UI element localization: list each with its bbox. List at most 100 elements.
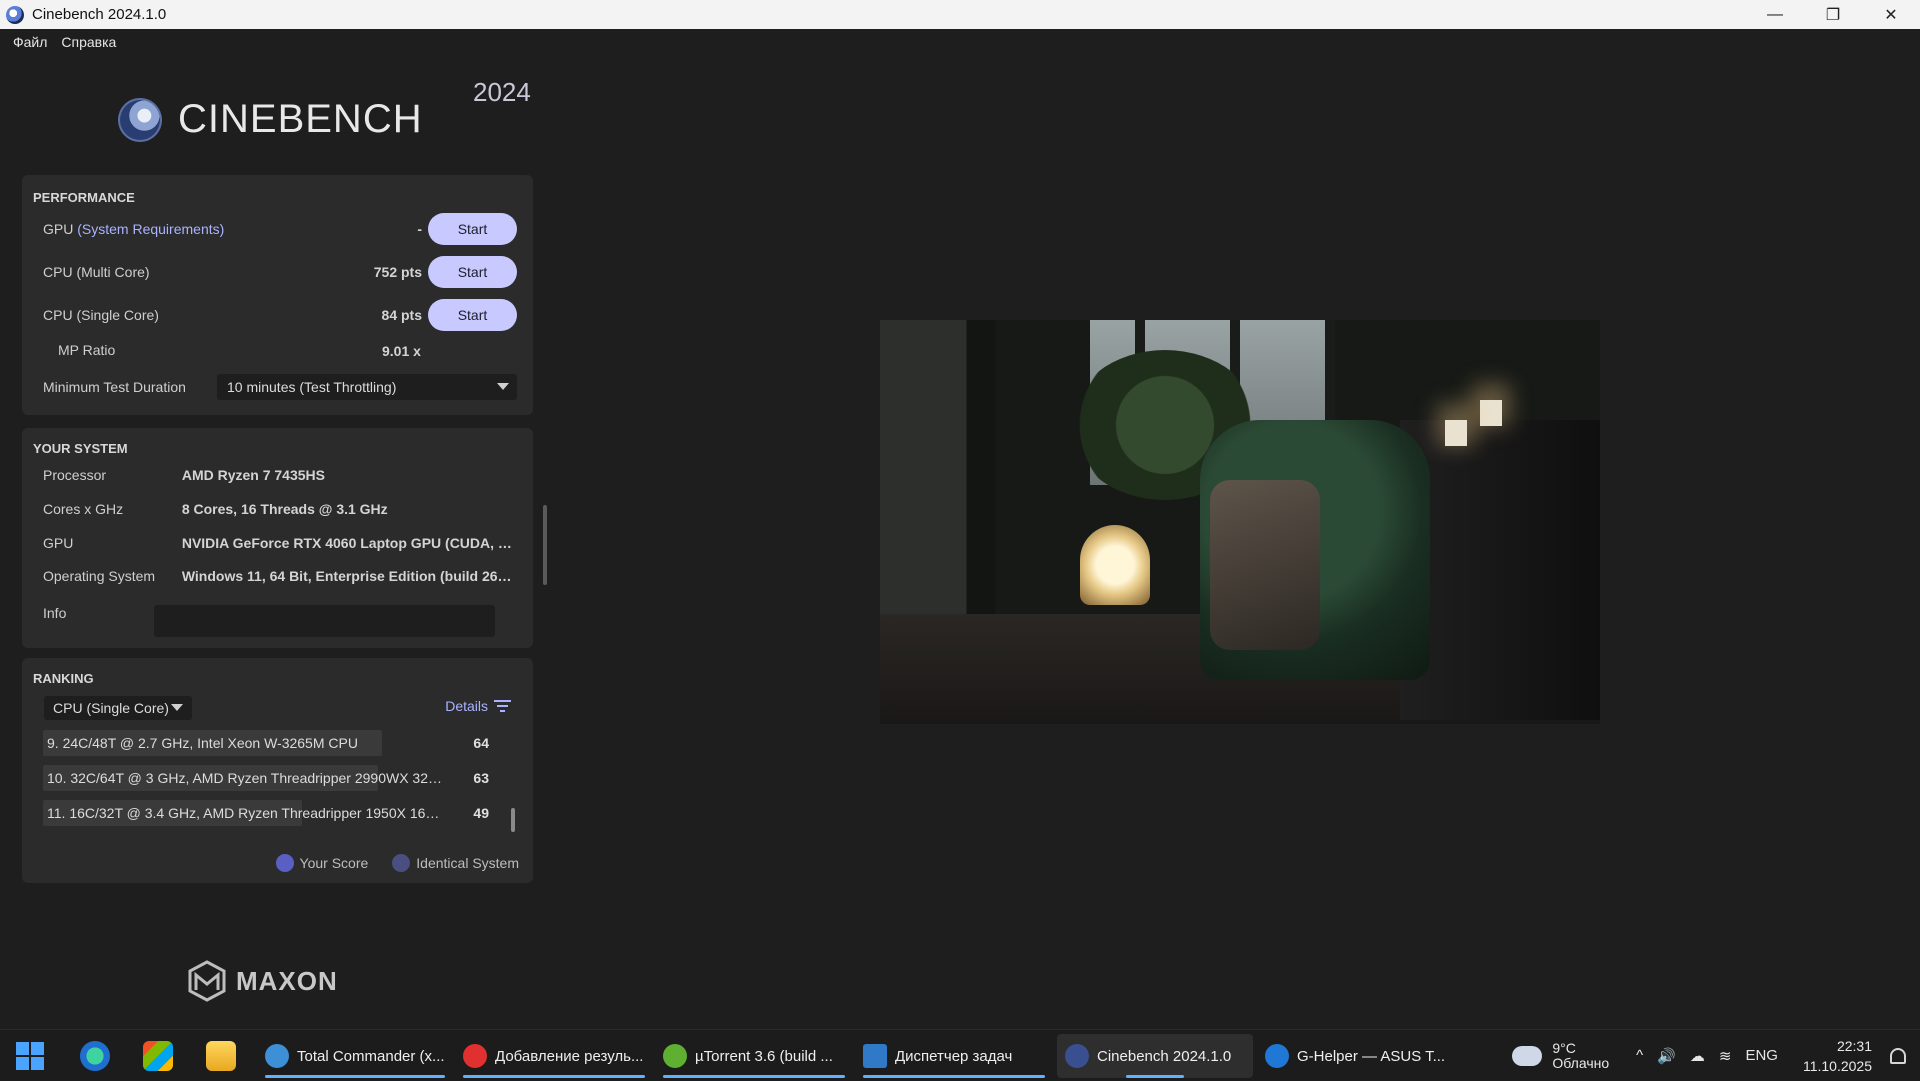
title-bar: Cinebench 2024.1.0 — ❐ ✕ bbox=[0, 0, 1920, 29]
windows-start-icon[interactable] bbox=[16, 1042, 44, 1070]
menu-bar: Файл Справка bbox=[0, 29, 1920, 55]
taskbar-app-task-manager[interactable]: Диспетчер задач bbox=[863, 1034, 1045, 1078]
task-manager-icon bbox=[863, 1044, 887, 1068]
render-candle bbox=[1480, 400, 1502, 426]
taskbar-app-utorrent[interactable]: µTorrent 3.6 (build ... bbox=[663, 1034, 845, 1078]
system-value: AMD Ryzen 7 7435HS bbox=[181, 467, 325, 483]
taskbar-app-cinebench[interactable]: Cinebench 2024.1.0 bbox=[1057, 1034, 1253, 1078]
total-commander-icon bbox=[265, 1044, 289, 1068]
ranking-selected: CPU (Single Core) bbox=[53, 700, 169, 716]
render-blanket bbox=[1210, 480, 1320, 650]
system-row-processor: Processor AMD Ryzen 7 7435HS bbox=[43, 460, 519, 490]
ranking-title: RANKING bbox=[33, 671, 94, 686]
wifi-icon[interactable]: ≋ bbox=[1719, 1047, 1732, 1065]
ranking-row-score: 63 bbox=[473, 770, 489, 786]
weather-desc: Облачно bbox=[1552, 1054, 1610, 1071]
render-candle bbox=[1445, 420, 1467, 446]
maxon-logo-icon bbox=[188, 960, 226, 1002]
performance-title: PERFORMANCE bbox=[33, 190, 135, 205]
cpu-single-start-button[interactable]: Start bbox=[428, 299, 517, 331]
cpu-multi-row: CPU (Multi Core) 752 pts Start bbox=[43, 256, 517, 288]
chevron-up-icon[interactable]: ^ bbox=[1636, 1047, 1643, 1064]
utorrent-icon bbox=[663, 1044, 687, 1068]
gpu-score: - bbox=[417, 221, 422, 237]
taskbar-app-label: G-Helper — ASUS T... bbox=[1297, 1047, 1446, 1065]
cinebench-logo-icon bbox=[118, 97, 162, 142]
filter-icon bbox=[494, 700, 511, 712]
store-icon[interactable] bbox=[143, 1041, 173, 1071]
details-label: Details bbox=[445, 698, 488, 714]
legend-label: Identical System bbox=[416, 855, 519, 871]
ranking-scrollbar[interactable] bbox=[511, 808, 515, 832]
ranking-row[interactable]: 9. 24C/48T @ 2.7 GHz, Intel Xeon W-3265M… bbox=[43, 730, 489, 756]
window-controls: — ❐ ✕ bbox=[1746, 0, 1920, 29]
close-button[interactable]: ✕ bbox=[1862, 0, 1920, 29]
cinebench-app-icon bbox=[6, 5, 24, 24]
menu-file[interactable]: Файл bbox=[5, 34, 53, 50]
weather-temp: 9°C bbox=[1552, 1039, 1576, 1056]
your-system-title: YOUR SYSTEM bbox=[33, 441, 128, 456]
system-row-gpu: GPU NVIDIA GeForce RTX 4060 Laptop GPU (… bbox=[43, 528, 519, 558]
system-row-cores: Cores x GHz 8 Cores, 16 Threads @ 3.1 GH… bbox=[43, 494, 519, 524]
sidebar: CINEBENCH 2024 PERFORMANCE GPU (System R… bbox=[0, 55, 547, 1029]
cloud-icon bbox=[1512, 1045, 1543, 1066]
cpu-single-score: 84 pts bbox=[381, 307, 422, 323]
mp-ratio-label: MP Ratio bbox=[58, 342, 116, 358]
cpu-multi-start-button[interactable]: Start bbox=[428, 256, 517, 288]
system-tray: 9°C Облачно ^ 🔊 ☁ ≋ ENG 22:31 11.10.2025 bbox=[1512, 1030, 1920, 1081]
file-explorer-icon[interactable] bbox=[206, 1041, 236, 1071]
system-value: NVIDIA GeForce RTX 4060 Laptop GPU (CUDA… bbox=[181, 535, 519, 551]
min-duration-select[interactable]: 10 minutes (Test Throttling) bbox=[217, 374, 517, 400]
taskbar-app-label: Cinebench 2024.1.0 bbox=[1097, 1047, 1232, 1065]
legend-identical-system: Identical System bbox=[392, 854, 519, 872]
cpu-multi-score: 752 pts bbox=[373, 264, 422, 280]
ranking-legend: Your Score Identical System bbox=[252, 854, 519, 872]
taskbar-app-g-helper[interactable]: G-Helper — ASUS T... bbox=[1265, 1034, 1447, 1078]
clock[interactable]: 22:31 11.10.2025 bbox=[1803, 1036, 1872, 1076]
language-indicator[interactable]: ENG bbox=[1745, 1047, 1778, 1064]
notification-bell-icon[interactable] bbox=[1890, 1047, 1906, 1064]
performance-panel: PERFORMANCE GPU (System Requirements) - … bbox=[22, 175, 533, 415]
chevron-down-icon bbox=[497, 383, 509, 390]
sidebar-scrollbar[interactable] bbox=[543, 505, 547, 585]
gpu-row: GPU (System Requirements) - Start bbox=[43, 213, 517, 245]
ranking-row-score: 64 bbox=[473, 735, 489, 751]
render-preview-image bbox=[880, 320, 1600, 724]
maxon-logo: MAXON bbox=[188, 960, 338, 1002]
legend-your-score: Your Score bbox=[275, 854, 368, 872]
menu-help[interactable]: Справка bbox=[53, 34, 122, 50]
ranking-panel: RANKING CPU (Single Core) Details 9. 24C… bbox=[22, 658, 533, 883]
window-title: Cinebench 2024.1.0 bbox=[32, 6, 167, 23]
identical-system-dot bbox=[392, 854, 411, 872]
cinebench-logo: CINEBENCH bbox=[118, 97, 423, 142]
details-button[interactable]: Details bbox=[445, 698, 511, 714]
volume-icon[interactable]: 🔊 bbox=[1657, 1047, 1676, 1065]
taskbar-app-label: µTorrent 3.6 (build ... bbox=[695, 1047, 833, 1065]
gpu-start-button[interactable]: Start bbox=[428, 213, 517, 245]
taskbar-app-total-commander[interactable]: Total Commander (x... bbox=[265, 1034, 445, 1078]
ranking-row-text: 11. 16C/32T @ 3.4 GHz, AMD Ryzen Threadr… bbox=[47, 805, 443, 821]
minimize-button[interactable]: — bbox=[1746, 0, 1804, 29]
min-duration-label: Minimum Test Duration bbox=[43, 379, 186, 395]
system-requirements-link[interactable]: (System Requirements) bbox=[77, 221, 224, 237]
network-icon[interactable]: ☁ bbox=[1690, 1047, 1705, 1065]
taskbar-app-label: Диспетчер задач bbox=[895, 1047, 1013, 1065]
gpu-label: GPU bbox=[43, 221, 74, 237]
restore-button[interactable]: ❐ bbox=[1804, 0, 1862, 29]
system-row-os: Operating System Windows 11, 64 Bit, Ent… bbox=[43, 561, 519, 591]
mp-ratio-row: MP Ratio bbox=[58, 338, 115, 362]
cinebench-icon bbox=[1065, 1044, 1089, 1068]
info-field[interactable] bbox=[154, 605, 495, 637]
cpu-single-label: CPU (Single Core) bbox=[43, 307, 159, 323]
ranking-category-select[interactable]: CPU (Single Core) bbox=[44, 696, 192, 720]
ranking-row[interactable]: 10. 32C/64T @ 3 GHz, AMD Ryzen Threadrip… bbox=[43, 765, 489, 791]
taskbar-app-opera[interactable]: Добавление резуль... bbox=[463, 1034, 645, 1078]
ranking-row[interactable]: 11. 16C/32T @ 3.4 GHz, AMD Ryzen Threadr… bbox=[43, 800, 489, 826]
maxon-text: MAXON bbox=[236, 965, 338, 996]
system-key: Processor bbox=[43, 467, 107, 483]
your-score-dot bbox=[275, 854, 294, 872]
clock-date: 11.10.2025 bbox=[1802, 1057, 1872, 1074]
weather-widget[interactable]: 9°C Облачно bbox=[1512, 1039, 1610, 1071]
chevron-down-icon bbox=[171, 704, 183, 711]
edge-browser-icon[interactable] bbox=[80, 1041, 110, 1071]
